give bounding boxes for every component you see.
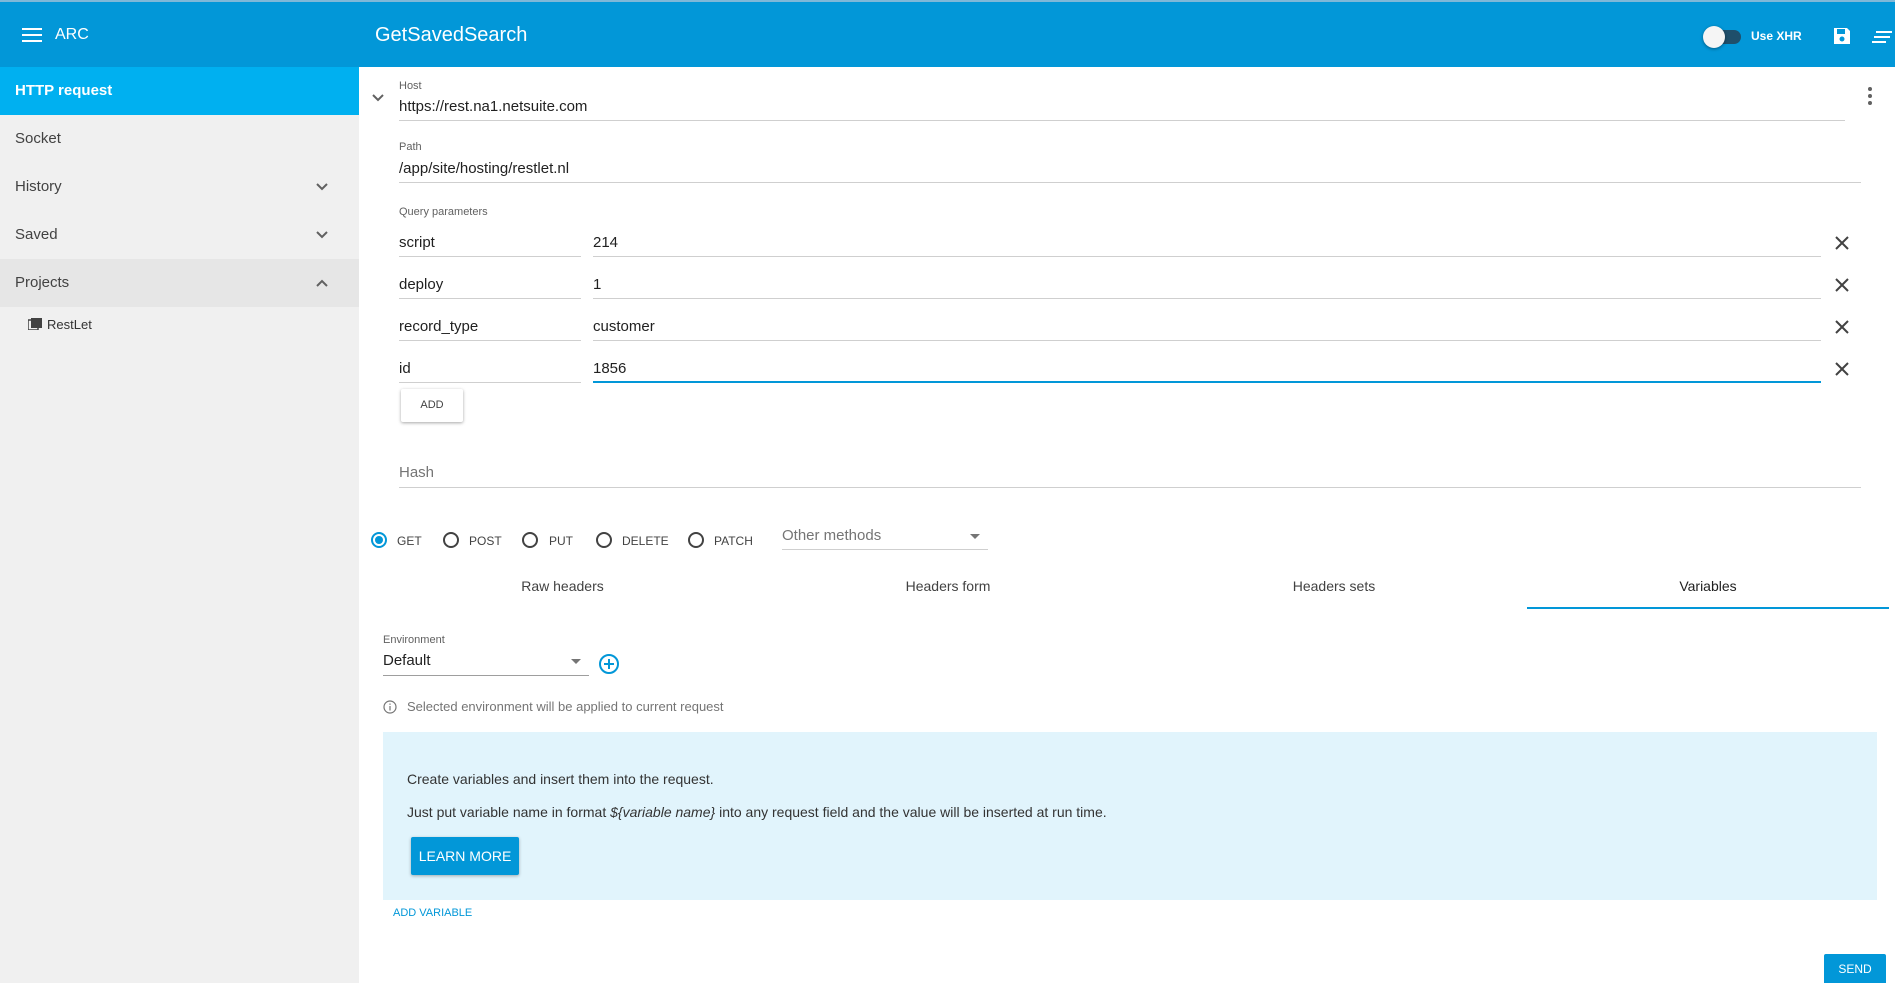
environment-label: Environment — [383, 634, 445, 646]
param-name-underline — [399, 382, 581, 383]
tab-raw-headers[interactable]: Raw headers — [370, 566, 755, 610]
param-name-input[interactable]: id — [399, 360, 411, 377]
method-radio-put[interactable] — [522, 532, 538, 548]
method-radio-get[interactable] — [371, 532, 387, 548]
more-vert-icon[interactable] — [1866, 86, 1874, 106]
variables-help-banner: Create variables and insert them into th… — [383, 732, 1877, 900]
environment-value: Default — [383, 652, 431, 669]
banner-text: Create variables and insert them into th… — [407, 771, 714, 787]
method-label: GET — [397, 534, 422, 548]
use-xhr-label: Use XHR — [1751, 29, 1802, 43]
request-title: GetSavedSearch — [375, 24, 528, 46]
host-input[interactable]: https://rest.na1.netsuite.com — [399, 98, 587, 115]
sidebar-item-projects[interactable]: Projects — [0, 259, 359, 307]
collapse-url-editor-icon[interactable] — [370, 90, 386, 106]
dropdown-arrow-icon — [571, 659, 581, 664]
sidebar-item-label: HTTP request — [15, 82, 113, 99]
save-icon[interactable] — [1832, 26, 1852, 46]
other-methods-label: Other methods — [782, 527, 882, 544]
path-input[interactable]: /app/site/hosting/restlet.nl — [399, 160, 569, 177]
request-menu-icon[interactable] — [1872, 28, 1892, 46]
param-value-input[interactable]: 214 — [593, 234, 618, 251]
close-icon[interactable] — [1834, 361, 1850, 377]
environment-dropdown[interactable]: Default — [383, 648, 589, 676]
project-icon — [28, 318, 42, 330]
variable-format-code: ${variable name} — [610, 804, 716, 820]
close-icon[interactable] — [1834, 277, 1850, 293]
method-label: PUT — [549, 534, 573, 548]
method-label: DELETE — [622, 534, 669, 548]
method-label: PATCH — [714, 534, 753, 548]
query-parameters-label: Query parameters — [399, 206, 488, 218]
tab-indicator — [1527, 607, 1889, 609]
learn-more-button[interactable]: LEARN MORE — [411, 837, 519, 875]
dropdown-arrow-icon — [970, 534, 980, 539]
param-value-underline — [593, 256, 1821, 257]
method-radio-patch[interactable] — [688, 532, 704, 548]
add-variable-button[interactable]: ADD VARIABLE — [393, 907, 472, 919]
param-name-input[interactable]: deploy — [399, 276, 443, 293]
chevron-down-icon[interactable] — [314, 179, 330, 195]
tab-headers-sets[interactable]: Headers sets — [1141, 566, 1527, 610]
hash-input[interactable]: Hash — [399, 464, 434, 481]
param-name-underline — [399, 256, 581, 257]
hamburger-icon[interactable] — [22, 24, 46, 46]
sidebar-item-history[interactable]: History — [0, 163, 359, 211]
tab-headers-form[interactable]: Headers form — [755, 566, 1141, 610]
sidebar-item-socket[interactable]: Socket — [0, 115, 359, 163]
method-radio-delete[interactable] — [596, 532, 612, 548]
app-toolbar: ARC GetSavedSearch Use XHR — [0, 0, 1895, 67]
sidebar-item-label: Projects — [15, 274, 70, 291]
param-value-underline — [593, 381, 1821, 383]
banner-text: Just put variable name in format ${varia… — [407, 804, 1107, 820]
sidebar-item-label: Socket — [15, 130, 61, 147]
other-methods-dropdown[interactable]: Other methods — [782, 524, 988, 550]
hash-underline — [399, 487, 1861, 488]
sidebar-item-label: History — [15, 178, 62, 195]
param-name-underline — [399, 340, 581, 341]
close-icon[interactable] — [1834, 235, 1850, 251]
method-label: POST — [469, 534, 502, 548]
param-name-input[interactable]: record_type — [399, 318, 478, 335]
chevron-down-icon[interactable] — [314, 227, 330, 243]
param-value-underline — [593, 340, 1821, 341]
method-radio-post[interactable] — [443, 532, 459, 548]
sidebar: HTTP request Socket History Saved Projec… — [0, 67, 359, 983]
sidebar-item-label: Saved — [15, 226, 58, 243]
close-icon[interactable] — [1834, 319, 1850, 335]
param-value-input[interactable]: 1 — [593, 276, 601, 293]
path-underline — [399, 182, 1861, 183]
sidebar-item-saved[interactable]: Saved — [0, 211, 359, 259]
environment-info-text: Selected environment will be applied to … — [407, 699, 724, 714]
project-item-restlet[interactable]: RestLet — [0, 309, 359, 339]
add-circle-icon[interactable] — [598, 653, 620, 675]
tab-variables[interactable]: Variables — [1527, 566, 1889, 610]
param-name-input[interactable]: script — [399, 234, 435, 251]
project-label: RestLet — [47, 317, 92, 332]
add-param-button[interactable]: ADD — [401, 389, 463, 422]
app-name: ARC — [55, 26, 89, 43]
send-button[interactable]: SEND — [1824, 954, 1886, 983]
path-label: Path — [399, 141, 422, 153]
param-value-input[interactable]: 1856 — [593, 360, 626, 377]
sidebar-item-http-request[interactable]: HTTP request — [0, 67, 359, 115]
use-xhr-toggle[interactable] — [1703, 26, 1743, 48]
info-icon — [383, 700, 397, 714]
param-name-underline — [399, 298, 581, 299]
param-value-input[interactable]: customer — [593, 318, 655, 335]
param-value-underline — [593, 298, 1821, 299]
host-underline — [399, 120, 1845, 121]
chevron-up-icon[interactable] — [314, 275, 330, 291]
host-label: Host — [399, 80, 422, 92]
